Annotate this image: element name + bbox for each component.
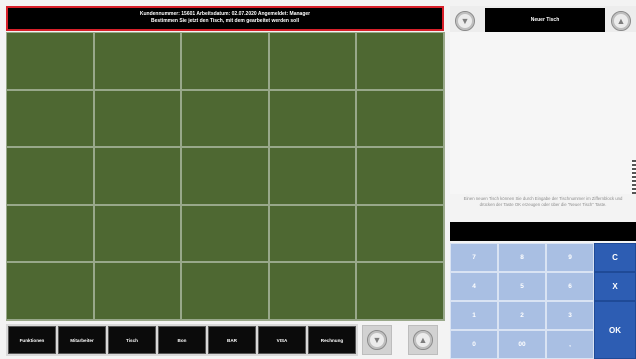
pos-screen: Kundennummer: 15601 Arbeitsdatum: 02.07.… [0, 0, 636, 359]
table-slot[interactable] [181, 147, 269, 205]
new-table-hint: Einen neuen Tisch können Sie durch Einga… [463, 196, 623, 207]
invoice-button[interactable]: Rechnung [308, 326, 356, 354]
key-3[interactable]: 3 [546, 301, 594, 330]
table-slot[interactable] [6, 32, 94, 90]
key-comma[interactable]: , [546, 330, 594, 359]
function-bar: Funktionen Mitarbeiter Tisch Bon BAR VIS… [6, 324, 358, 356]
chevron-up-circle-icon: ▲ [611, 11, 631, 31]
table-slot[interactable] [6, 89, 94, 148]
table-slot[interactable] [356, 89, 444, 148]
table-slot[interactable] [356, 147, 444, 205]
key-00[interactable]: 00 [498, 330, 546, 359]
chevron-down-circle-icon: ▼ [367, 330, 387, 350]
table-slot[interactable] [268, 262, 357, 320]
grid-scroll-down-button[interactable]: ▼ [362, 325, 392, 355]
table-slot[interactable] [181, 32, 269, 90]
key-1[interactable]: 1 [450, 301, 498, 330]
table-slot[interactable] [6, 204, 94, 263]
chevron-down-circle-icon: ▼ [455, 11, 475, 31]
key-5[interactable]: 5 [498, 272, 546, 301]
table-slot[interactable] [93, 32, 182, 90]
status-line-2: Bestimmen Sie jetzt den Tisch, mit dem g… [150, 18, 299, 24]
table-slot[interactable] [181, 89, 269, 148]
table-slot[interactable] [268, 32, 357, 90]
functions-button[interactable]: Funktionen [8, 326, 56, 354]
key-6[interactable]: 6 [546, 272, 594, 301]
table-slot[interactable] [6, 262, 94, 320]
table-slot[interactable] [268, 204, 357, 263]
table-slot[interactable] [356, 262, 444, 320]
status-line-1: Kundennummer: 15601 Arbeitsdatum: 02.07.… [139, 11, 311, 17]
open-tables-list[interactable] [450, 32, 636, 194]
status-header: Kundennummer: 15601 Arbeitsdatum: 02.07.… [6, 6, 444, 31]
key-2[interactable]: 2 [498, 301, 546, 330]
clear-key[interactable]: C [594, 243, 636, 272]
cancel-key[interactable]: X [594, 272, 636, 301]
number-display [450, 222, 636, 241]
key-7[interactable]: 7 [450, 243, 498, 272]
table-slot[interactable] [6, 147, 94, 205]
staff-button[interactable]: Mitarbeiter [58, 326, 106, 354]
table-slot[interactable] [181, 204, 269, 263]
table-slot[interactable] [181, 262, 269, 320]
table-grid [6, 32, 445, 321]
chevron-up-circle-icon: ▲ [413, 330, 433, 350]
table-slot[interactable] [93, 262, 182, 320]
table-slot[interactable] [93, 89, 182, 148]
cash-button[interactable]: BAR [208, 326, 256, 354]
key-4[interactable]: 4 [450, 272, 498, 301]
table-slot[interactable] [268, 89, 357, 148]
table-slot[interactable] [268, 147, 357, 205]
table-slot[interactable] [93, 204, 182, 263]
new-table-button[interactable]: Neuer Tisch [485, 8, 605, 32]
receipt-button[interactable]: Bon [158, 326, 206, 354]
grid-scroll-up-button[interactable]: ▲ [408, 325, 438, 355]
visa-button[interactable]: VISA [258, 326, 306, 354]
key-8[interactable]: 8 [498, 243, 546, 272]
ok-key[interactable]: OK [594, 301, 636, 359]
table-slot[interactable] [93, 147, 182, 205]
table-button[interactable]: Tisch [108, 326, 156, 354]
numeric-keypad: 7 8 9 C 4 5 6 X 1 2 3 OK 0 00 , [450, 243, 636, 359]
table-slot[interactable] [356, 204, 444, 263]
table-slot[interactable] [356, 32, 444, 90]
key-9[interactable]: 9 [546, 243, 594, 272]
scrollbar[interactable] [632, 160, 636, 194]
key-0[interactable]: 0 [450, 330, 498, 359]
